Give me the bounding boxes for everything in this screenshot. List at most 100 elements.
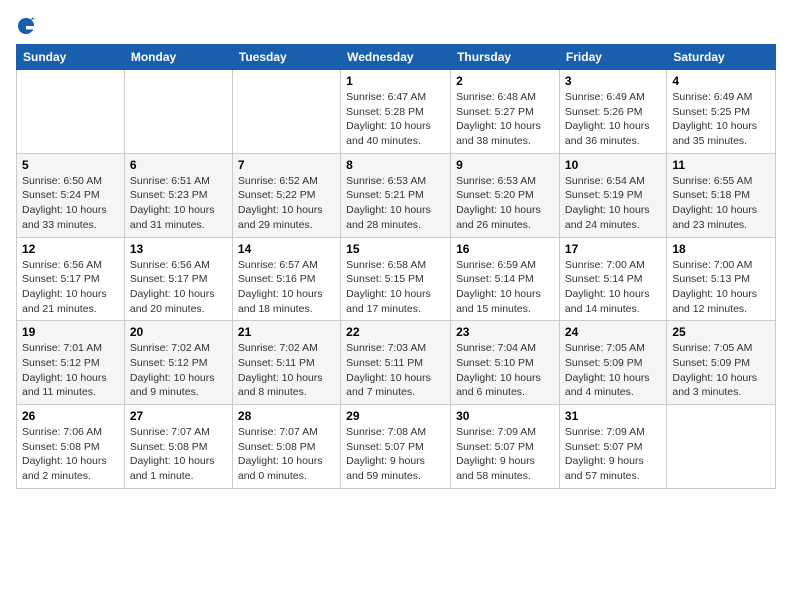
day-number: 9 bbox=[456, 158, 554, 172]
day-info: Sunrise: 6:47 AM Sunset: 5:28 PM Dayligh… bbox=[346, 90, 445, 149]
day-info: Sunrise: 7:01 AM Sunset: 5:12 PM Dayligh… bbox=[22, 341, 119, 400]
day-header-tuesday: Tuesday bbox=[232, 45, 340, 70]
calendar-cell: 30 Sunrise: 7:09 AM Sunset: 5:07 PM Dayli… bbox=[451, 405, 560, 489]
day-info: Sunrise: 7:03 AM Sunset: 5:11 PM Dayligh… bbox=[346, 341, 445, 400]
day-number: 2 bbox=[456, 74, 554, 88]
day-info: Sunrise: 6:49 AM Sunset: 5:25 PM Dayligh… bbox=[672, 90, 770, 149]
day-number: 7 bbox=[238, 158, 335, 172]
week-row-5: 26 Sunrise: 7:06 AM Sunset: 5:08 PM Dayli… bbox=[17, 405, 776, 489]
day-info: Sunrise: 7:00 AM Sunset: 5:13 PM Dayligh… bbox=[672, 258, 770, 317]
day-number: 8 bbox=[346, 158, 445, 172]
day-number: 27 bbox=[130, 409, 227, 423]
calendar-cell: 22 Sunrise: 7:03 AM Sunset: 5:11 PM Dayli… bbox=[341, 321, 451, 405]
calendar-cell: 26 Sunrise: 7:06 AM Sunset: 5:08 PM Dayli… bbox=[17, 405, 125, 489]
day-number: 23 bbox=[456, 325, 554, 339]
day-header-sunday: Sunday bbox=[17, 45, 125, 70]
week-row-3: 12 Sunrise: 6:56 AM Sunset: 5:17 PM Dayli… bbox=[17, 237, 776, 321]
calendar-cell: 21Sunrise: 7:02 AM Sunset: 5:11 PM Dayli… bbox=[232, 321, 340, 405]
day-number: 4 bbox=[672, 74, 770, 88]
day-info: Sunrise: 7:09 AM Sunset: 5:07 PM Dayligh… bbox=[456, 425, 554, 484]
calendar-cell: 14 Sunrise: 6:57 AM Sunset: 5:16 PM Dayli… bbox=[232, 237, 340, 321]
day-number: 13 bbox=[130, 242, 227, 256]
day-info: Sunrise: 6:54 AM Sunset: 5:19 PM Dayligh… bbox=[565, 174, 661, 233]
logo-icon bbox=[16, 16, 36, 36]
day-info: Sunrise: 6:52 AM Sunset: 5:22 PM Dayligh… bbox=[238, 174, 335, 233]
day-number: 6 bbox=[130, 158, 227, 172]
day-number: 25 bbox=[672, 325, 770, 339]
calendar-cell: 16 Sunrise: 6:59 AM Sunset: 5:14 PM Dayli… bbox=[451, 237, 560, 321]
week-row-4: 19 Sunrise: 7:01 AM Sunset: 5:12 PM Dayli… bbox=[17, 321, 776, 405]
calendar-cell: 17 Sunrise: 7:00 AM Sunset: 5:14 PM Dayli… bbox=[559, 237, 666, 321]
calendar-cell: 7 Sunrise: 6:52 AM Sunset: 5:22 PM Daylig… bbox=[232, 153, 340, 237]
day-number: 21 bbox=[238, 325, 335, 339]
calendar-cell: 28Sunrise: 7:07 AM Sunset: 5:08 PM Dayli… bbox=[232, 405, 340, 489]
calendar-cell: 29 Sunrise: 7:08 AM Sunset: 5:07 PM Dayli… bbox=[341, 405, 451, 489]
day-header-friday: Friday bbox=[559, 45, 666, 70]
calendar-cell: 5Sunrise: 6:50 AM Sunset: 5:24 PM Daylig… bbox=[17, 153, 125, 237]
calendar-cell: 6 Sunrise: 6:51 AM Sunset: 5:23 PM Daylig… bbox=[124, 153, 232, 237]
day-info: Sunrise: 7:02 AM Sunset: 5:12 PM Dayligh… bbox=[130, 341, 227, 400]
day-number: 29 bbox=[346, 409, 445, 423]
day-info: Sunrise: 6:56 AM Sunset: 5:17 PM Dayligh… bbox=[22, 258, 119, 317]
day-number: 22 bbox=[346, 325, 445, 339]
calendar-cell: 1 Sunrise: 6:47 AM Sunset: 5:28 PM Daylig… bbox=[341, 70, 451, 154]
calendar-cell: 9 Sunrise: 6:53 AM Sunset: 5:20 PM Daylig… bbox=[451, 153, 560, 237]
day-number: 20 bbox=[130, 325, 227, 339]
calendar-cell bbox=[124, 70, 232, 154]
calendar-cell: 2 Sunrise: 6:48 AM Sunset: 5:27 PM Daylig… bbox=[451, 70, 560, 154]
day-number: 14 bbox=[238, 242, 335, 256]
day-info: Sunrise: 6:50 AM Sunset: 5:24 PM Dayligh… bbox=[22, 174, 119, 233]
calendar-cell: 13 Sunrise: 6:56 AM Sunset: 5:17 PM Dayli… bbox=[124, 237, 232, 321]
day-info: Sunrise: 6:49 AM Sunset: 5:26 PM Dayligh… bbox=[565, 90, 661, 149]
calendar-cell: 25 Sunrise: 7:05 AM Sunset: 5:09 PM Dayli… bbox=[667, 321, 776, 405]
day-number: 19 bbox=[22, 325, 119, 339]
day-info: Sunrise: 7:07 AM Sunset: 5:08 PM Dayligh… bbox=[130, 425, 227, 484]
day-info: Sunrise: 7:05 AM Sunset: 5:09 PM Dayligh… bbox=[672, 341, 770, 400]
calendar-cell: 11 Sunrise: 6:55 AM Sunset: 5:18 PM Dayli… bbox=[667, 153, 776, 237]
day-info: Sunrise: 7:09 AM Sunset: 5:07 PM Dayligh… bbox=[565, 425, 661, 484]
day-number: 30 bbox=[456, 409, 554, 423]
day-info: Sunrise: 7:08 AM Sunset: 5:07 PM Dayligh… bbox=[346, 425, 445, 484]
calendar-cell bbox=[232, 70, 340, 154]
day-info: Sunrise: 6:56 AM Sunset: 5:17 PM Dayligh… bbox=[130, 258, 227, 317]
day-number: 10 bbox=[565, 158, 661, 172]
day-number: 24 bbox=[565, 325, 661, 339]
calendar-cell: 20 Sunrise: 7:02 AM Sunset: 5:12 PM Dayli… bbox=[124, 321, 232, 405]
logo bbox=[16, 16, 40, 36]
day-info: Sunrise: 6:53 AM Sunset: 5:20 PM Dayligh… bbox=[456, 174, 554, 233]
day-header-wednesday: Wednesday bbox=[341, 45, 451, 70]
calendar-cell: 31 Sunrise: 7:09 AM Sunset: 5:07 PM Dayli… bbox=[559, 405, 666, 489]
calendar-cell: 3 Sunrise: 6:49 AM Sunset: 5:26 PM Daylig… bbox=[559, 70, 666, 154]
day-info: Sunrise: 7:00 AM Sunset: 5:14 PM Dayligh… bbox=[565, 258, 661, 317]
day-number: 1 bbox=[346, 74, 445, 88]
day-number: 12 bbox=[22, 242, 119, 256]
calendar-cell bbox=[667, 405, 776, 489]
day-info: Sunrise: 7:05 AM Sunset: 5:09 PM Dayligh… bbox=[565, 341, 661, 400]
calendar-cell: 19 Sunrise: 7:01 AM Sunset: 5:12 PM Dayli… bbox=[17, 321, 125, 405]
calendar-cell: 23 Sunrise: 7:04 AM Sunset: 5:10 PM Dayli… bbox=[451, 321, 560, 405]
week-row-2: 5Sunrise: 6:50 AM Sunset: 5:24 PM Daylig… bbox=[17, 153, 776, 237]
day-info: Sunrise: 7:04 AM Sunset: 5:10 PM Dayligh… bbox=[456, 341, 554, 400]
calendar-cell: 24 Sunrise: 7:05 AM Sunset: 5:09 PM Dayli… bbox=[559, 321, 666, 405]
day-number: 11 bbox=[672, 158, 770, 172]
day-info: Sunrise: 6:51 AM Sunset: 5:23 PM Dayligh… bbox=[130, 174, 227, 233]
day-info: Sunrise: 6:48 AM Sunset: 5:27 PM Dayligh… bbox=[456, 90, 554, 149]
day-number: 26 bbox=[22, 409, 119, 423]
calendar-cell: 10 Sunrise: 6:54 AM Sunset: 5:19 PM Dayli… bbox=[559, 153, 666, 237]
day-number: 3 bbox=[565, 74, 661, 88]
day-info: Sunrise: 7:06 AM Sunset: 5:08 PM Dayligh… bbox=[22, 425, 119, 484]
day-number: 31 bbox=[565, 409, 661, 423]
day-info: Sunrise: 6:55 AM Sunset: 5:18 PM Dayligh… bbox=[672, 174, 770, 233]
calendar-table: SundayMondayTuesdayWednesdayThursdayFrid… bbox=[16, 44, 776, 489]
calendar-cell bbox=[17, 70, 125, 154]
day-number: 16 bbox=[456, 242, 554, 256]
calendar-cell: 12 Sunrise: 6:56 AM Sunset: 5:17 PM Dayli… bbox=[17, 237, 125, 321]
days-header-row: SundayMondayTuesdayWednesdayThursdayFrid… bbox=[17, 45, 776, 70]
day-number: 17 bbox=[565, 242, 661, 256]
calendar-cell: 8Sunrise: 6:53 AM Sunset: 5:21 PM Daylig… bbox=[341, 153, 451, 237]
calendar-cell: 27 Sunrise: 7:07 AM Sunset: 5:08 PM Dayli… bbox=[124, 405, 232, 489]
day-info: Sunrise: 6:59 AM Sunset: 5:14 PM Dayligh… bbox=[456, 258, 554, 317]
day-info: Sunrise: 6:57 AM Sunset: 5:16 PM Dayligh… bbox=[238, 258, 335, 317]
calendar-cell: 18Sunrise: 7:00 AM Sunset: 5:13 PM Dayli… bbox=[667, 237, 776, 321]
page-header bbox=[16, 16, 776, 36]
